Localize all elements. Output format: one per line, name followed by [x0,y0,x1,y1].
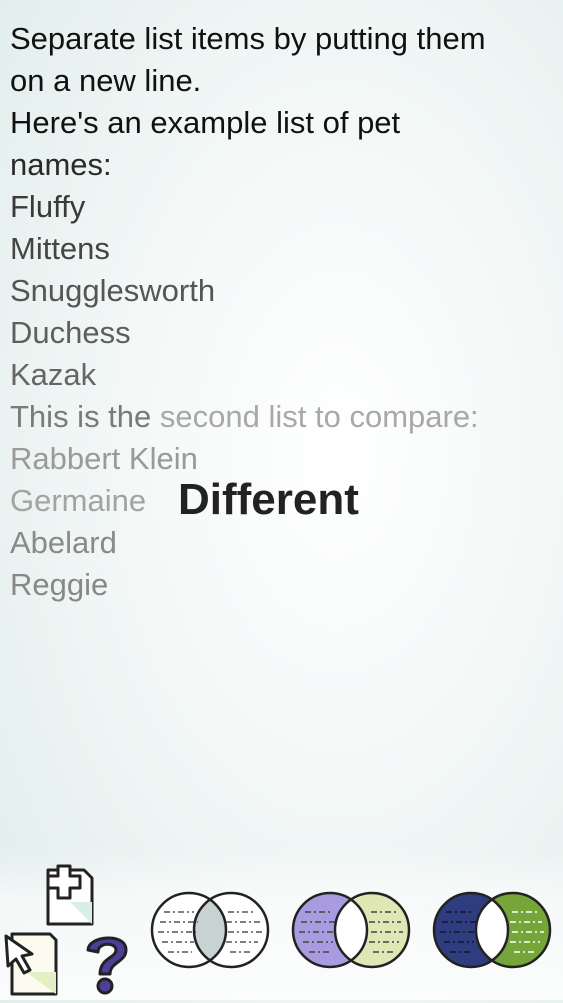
venn-difference-button[interactable] [289,890,413,970]
select-list-button[interactable] [2,928,58,998]
question-mark-icon [86,936,128,995]
venn-intersection-button[interactable] [148,890,272,970]
text-line-3: Here's an example list of pet [10,105,401,140]
list-item: Snugglesworth [10,273,216,308]
list-item: Duchess [10,315,131,350]
text-line-1: Separate list items by putting them [10,21,486,56]
list-item: Abelard [10,525,117,560]
venn-difference-icon [291,891,411,969]
plus-document-icon [46,864,94,926]
second-list-heading-end: second list to compare: [159,399,479,434]
add-list-button[interactable] [40,862,96,930]
list-item: Fluffy [10,189,86,224]
second-list-heading-start: This is the [10,399,152,434]
help-button[interactable] [78,930,136,996]
venn-intersection-icon [150,891,270,969]
text-line-4: names: [10,147,112,182]
venn-union-icon [432,891,552,969]
list-item: Mittens [10,231,110,266]
venn-union-button[interactable] [430,890,554,970]
comparison-result-label: Different [178,475,359,524]
text-line-2: on a new line. [10,63,202,98]
list-item: Kazak [10,357,97,392]
second-list-heading: This is the second list to compare: [10,396,555,438]
pointer-document-icon [4,932,58,996]
list-item: Reggie [10,567,109,602]
